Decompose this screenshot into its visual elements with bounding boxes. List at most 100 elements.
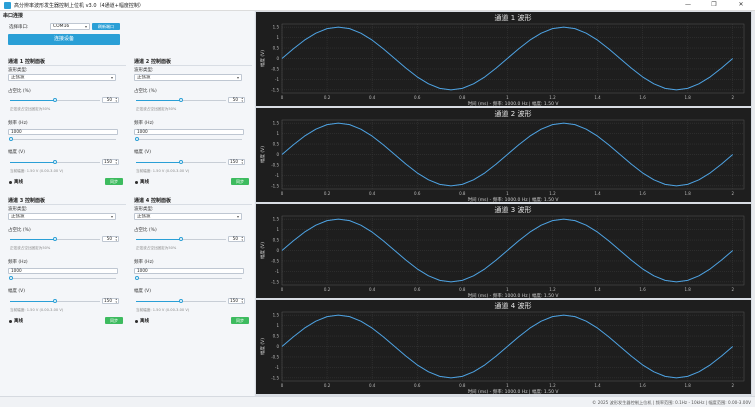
amp-slider[interactable] [136, 299, 226, 303]
connect-device-button[interactable]: 连接设备 [8, 34, 120, 45]
y-tick-label: -1 [275, 269, 279, 274]
sync-button[interactable]: 同步 [231, 317, 249, 324]
amp-slider[interactable] [10, 160, 100, 164]
spin-arrows-icon[interactable]: ▴ ▾ [115, 236, 117, 242]
duty-spinbox[interactable]: 50 ▴ ▾ [102, 236, 119, 242]
connection-status: 离线 [140, 180, 149, 185]
y-tick-label: -1.5 [271, 87, 279, 92]
freq-value: 1000 [11, 129, 22, 134]
waveform-area: 0 0.2 0.4 0.6 0.8 1 1.2 1.4 1.6 1.8 2 1.5 1 0.5 0 -0.5 -… [255, 11, 752, 396]
channel-2-waveform-chart: 0 0.2 0.4 0.6 0.8 1 1.2 1.4 1.6 1.8 2 1.5 1 0.5 0 -0.5 -… [256, 108, 751, 202]
x-tick-label: 0.2 [324, 95, 331, 100]
slider-handle[interactable] [179, 237, 183, 241]
panel-divider [8, 204, 126, 205]
x-tick-label: 1.6 [639, 191, 646, 196]
amp-slider[interactable] [136, 160, 226, 164]
connection-status: 离线 [140, 319, 149, 324]
channel-3-panel: 通道 3 控制面板 波形类型: 正弦波 ▾ 占空比 (%) 50 ▴ ▾ 正弦波占… [8, 197, 126, 332]
slider-handle[interactable] [9, 276, 14, 280]
slider-handle[interactable] [179, 160, 183, 164]
spin-arrows-icon[interactable]: ▴ ▾ [241, 236, 243, 242]
sync-button[interactable]: 同步 [105, 178, 123, 185]
amp-spinbox[interactable]: 150 ▴ ▾ [102, 159, 119, 165]
duty-slider[interactable] [10, 237, 100, 241]
slider-fill [10, 301, 55, 302]
chevron-down-icon: ▾ [110, 214, 113, 219]
amp-slider[interactable] [10, 299, 100, 303]
freq-input[interactable]: 1000 [8, 129, 118, 135]
slider-handle[interactable] [135, 137, 140, 141]
y-tick-label: 0.5 [273, 238, 280, 243]
panel-title: 通道 3 控制面板 [8, 198, 45, 204]
maximize-icon[interactable]: ❐ [701, 0, 727, 10]
x-tick-label: 0.8 [459, 191, 466, 196]
freq-input[interactable]: 1000 [134, 129, 244, 135]
port-select[interactable]: COM16 ▾ [50, 23, 90, 30]
minimize-icon[interactable]: — [675, 0, 701, 10]
spin-arrows-icon[interactable]: ▴ ▾ [115, 298, 117, 304]
slider-track [10, 139, 116, 140]
x-axis-label: 时间 (ms) - 频率: 1000.0 Hz | 幅度: 1.50 V [468, 388, 560, 394]
spin-arrows-icon[interactable]: ▴ ▾ [115, 97, 117, 103]
refresh-ports-button[interactable]: 刷新端口 [92, 23, 120, 30]
title-bar: 高分辨率波形发生器控制上位机 v3.0（4通道+幅度控制） — ❐ ✕ [0, 0, 755, 11]
slider-fill [10, 162, 55, 163]
amp-spinbox[interactable]: 150 ▴ ▾ [228, 159, 245, 165]
wave-type-select[interactable]: 正弦波 ▾ [8, 74, 116, 81]
amp-spinbox[interactable]: 150 ▴ ▾ [102, 298, 119, 304]
wave-type-select[interactable]: 正弦波 ▾ [134, 213, 242, 220]
spin-arrows-icon[interactable]: ▴ ▾ [241, 298, 243, 304]
x-tick-label: 1.6 [639, 95, 646, 100]
wave-type-label: 波形类型: [8, 207, 28, 212]
slider-handle[interactable] [53, 98, 57, 102]
freq-slider[interactable] [9, 276, 116, 280]
wave-type-select[interactable]: 正弦波 ▾ [134, 74, 242, 81]
sync-button[interactable]: 同步 [231, 178, 249, 185]
slider-handle[interactable] [53, 299, 57, 303]
freq-slider[interactable] [135, 137, 242, 141]
slider-handle[interactable] [179, 98, 183, 102]
duty-slider[interactable] [10, 98, 100, 102]
waveform-svg: 0 0.2 0.4 0.6 0.8 1 1.2 1.4 1.6 1.8 2 1.5 1 0.5 0 -0.5 -… [259, 13, 745, 106]
window-title: 高分辨率波形发生器控制上位机 v3.0（4通道+幅度控制） [14, 3, 144, 9]
x-tick-label: 1 [506, 383, 509, 388]
amp-spinbox[interactable]: 150 ▴ ▾ [228, 298, 245, 304]
channel-1-panel: 通道 1 控制面板 波形类型: 正弦波 ▾ 占空比 (%) 50 ▴ ▾ 正弦波占… [8, 58, 126, 193]
panel-divider [8, 65, 126, 66]
y-tick-label: 0 [276, 248, 279, 253]
spin-arrows-icon[interactable]: ▴ ▾ [115, 159, 117, 165]
wave-type-select[interactable]: 正弦波 ▾ [8, 213, 116, 220]
duty-hint: 正弦波占空比固定为50% [136, 246, 177, 250]
waveform-svg: 0 0.2 0.4 0.6 0.8 1 1.2 1.4 1.6 1.8 2 1.5 1 0.5 0 -0.5 -… [259, 301, 745, 394]
sync-button[interactable]: 同步 [105, 317, 123, 324]
x-tick-label: 1.8 [684, 191, 691, 196]
slider-handle[interactable] [53, 237, 57, 241]
y-tick-label: 1.5 [273, 313, 280, 318]
amp-label: 幅度 (V) [8, 150, 26, 155]
duty-spinbox[interactable]: 50 ▴ ▾ [228, 97, 245, 103]
duty-spinbox[interactable]: 50 ▴ ▾ [228, 236, 245, 242]
duty-spinbox[interactable]: 50 ▴ ▾ [102, 97, 119, 103]
freq-input[interactable]: 1000 [134, 268, 244, 274]
chevron-down-icon: ▾ [236, 214, 239, 219]
connection-status: 离线 [14, 180, 23, 185]
duty-slider[interactable] [136, 98, 226, 102]
freq-slider[interactable] [9, 137, 116, 141]
freq-slider[interactable] [135, 276, 242, 280]
freq-input[interactable]: 1000 [8, 268, 118, 274]
slider-handle[interactable] [53, 160, 57, 164]
connection-status: 离线 [14, 319, 23, 324]
spin-arrows-icon[interactable]: ▴ ▾ [241, 97, 243, 103]
channel-2-panel: 通道 2 控制面板 波形类型: 正弦波 ▾ 占空比 (%) 50 ▴ ▾ 正弦波占… [134, 58, 252, 193]
duty-hint: 正弦波占空比固定为50% [10, 246, 51, 250]
panel-divider [134, 204, 252, 205]
close-icon[interactable]: ✕ [728, 0, 754, 10]
chevron-down-icon: ▾ [110, 75, 113, 80]
y-tick-label: -0.5 [271, 162, 279, 167]
spin-arrows-icon[interactable]: ▴ ▾ [241, 159, 243, 165]
slider-fill [136, 239, 181, 240]
slider-handle[interactable] [9, 137, 14, 141]
slider-handle[interactable] [179, 299, 183, 303]
slider-handle[interactable] [135, 276, 140, 280]
duty-slider[interactable] [136, 237, 226, 241]
